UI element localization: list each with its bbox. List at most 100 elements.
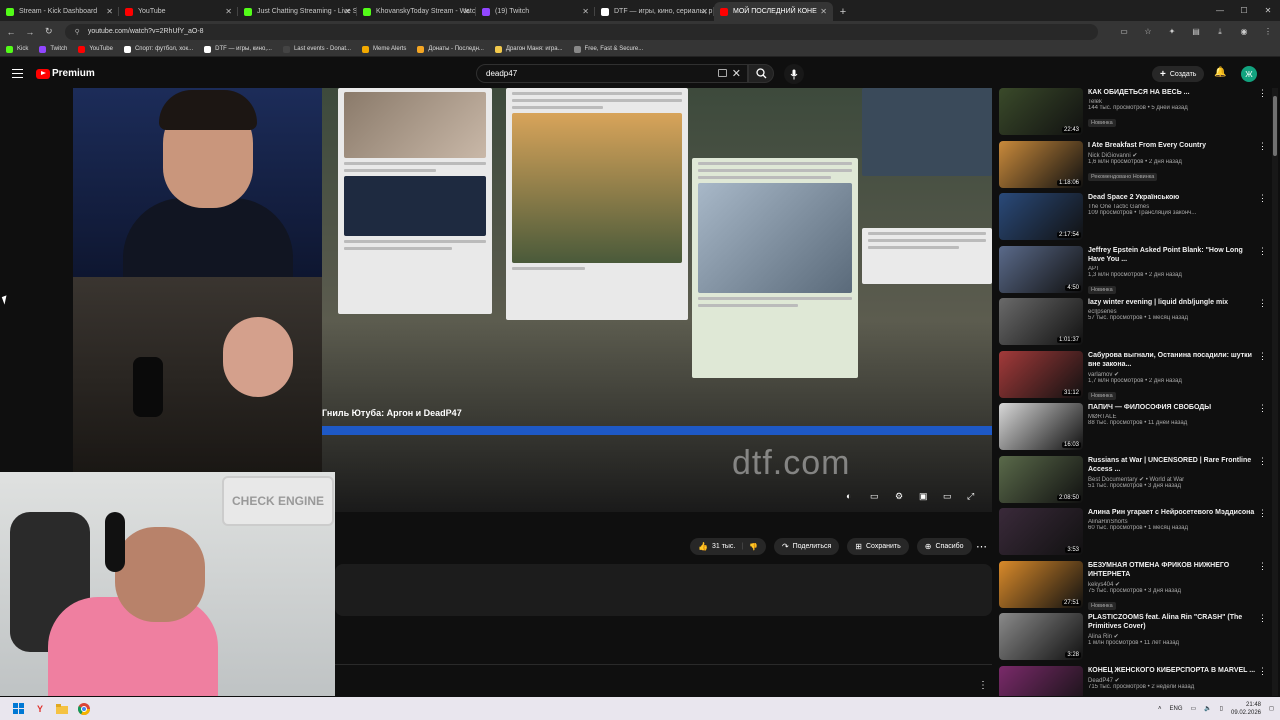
recommended-video[interactable]: 1:18:06 I Ate Breakfast From Every Countr… <box>999 140 1269 191</box>
recommended-video[interactable]: 15:09 КОНЕЦ ЖЕНСКОГО КИБЕРСПОРТА В MARVEL… <box>999 665 1269 696</box>
bookmark-item[interactable]: DTF — игры, кино,... <box>204 45 272 53</box>
guide-menu-icon[interactable] <box>12 69 23 78</box>
cast-icon[interactable]: ▭ <box>1112 24 1136 40</box>
recommended-video[interactable]: 31:12 Сабурова выгнали, Останина посадили… <box>999 350 1269 401</box>
video-thumbnail[interactable]: 27:51 <box>999 560 1083 608</box>
voice-search-icon[interactable] <box>784 64 804 84</box>
bookmark-item[interactable]: Спорт: футбол, хок... <box>123 45 193 53</box>
video-thumbnail[interactable]: 1:01:37 <box>999 298 1083 345</box>
download-icon[interactable]: ⤓ <box>1208 24 1232 40</box>
video-thumbnail[interactable]: 1:18:06 <box>999 140 1083 188</box>
language-indicator[interactable]: ENG <box>1170 706 1183 712</box>
forward-icon[interactable]: → <box>22 24 38 40</box>
minimize-icon[interactable]: — <box>1208 0 1232 21</box>
recommended-video[interactable]: 1:01:37 lazy winter evening | liquid dnb/… <box>999 298 1269 348</box>
video-title[interactable]: ПАПИЧ — ФИЛОСОФИЯ СВОБОДЫ <box>1088 403 1256 412</box>
video-title[interactable]: lazy winter evening | liquid dnb/jungle … <box>1088 298 1256 307</box>
scrollbar[interactable] <box>1272 88 1278 696</box>
channel-name[interactable]: Nick DiGiovanni ✔ <box>1088 152 1256 159</box>
video-thumbnail[interactable]: 3:28 <box>999 613 1083 660</box>
video-thumbnail[interactable]: 4:50 <box>999 245 1083 293</box>
video-menu-icon[interactable]: ⋮ <box>1258 88 1267 99</box>
close-tab-icon[interactable]: ✕ <box>701 7 708 16</box>
avatar[interactable]: Ж <box>1241 66 1257 82</box>
miniplayer-icon[interactable]: ▣ <box>919 491 928 502</box>
video-menu-icon[interactable]: ⋮ <box>1258 613 1267 624</box>
video-title[interactable]: КАК ОБИДЕТЬСЯ НА ВЕСЬ ... <box>1088 88 1256 97</box>
browser-tab[interactable]: (19) Twitch ✕ <box>476 2 595 21</box>
video-thumbnail[interactable]: 2:17:54 <box>999 193 1083 240</box>
create-button[interactable]: + Создать <box>1152 66 1205 82</box>
yandex-browser-icon[interactable]: Y <box>32 702 48 716</box>
video-menu-icon[interactable]: ⋮ <box>1258 351 1267 362</box>
youtube-logo[interactable]: Premium <box>36 68 95 79</box>
like-button[interactable]: 👍 31 тыс. | 👎 <box>690 538 766 555</box>
video-menu-icon[interactable]: ⋮ <box>1258 403 1267 414</box>
video-title[interactable]: Jeffrey Epstein Asked Point Blank: "How … <box>1088 246 1256 264</box>
windows-start-icon[interactable] <box>10 702 26 716</box>
recommended-video[interactable]: 27:51 БЕЗУМНАЯ ОТМЕНА ФРИКОВ НИЖНЕГО ИНТЕ… <box>999 560 1269 611</box>
site-info-icon[interactable]: ⚲ <box>75 28 80 36</box>
search-input[interactable]: deadp47 ✕ <box>476 64 748 83</box>
maximize-icon[interactable]: ☐ <box>1232 0 1256 21</box>
keyboard-icon[interactable] <box>718 69 727 77</box>
video-menu-icon[interactable]: ⋮ <box>1258 193 1267 204</box>
browser-tab[interactable]: Just Chatting Streaming - Live S ✕ <box>238 2 357 21</box>
bookmark-item[interactable]: Драгон Маня: игра... <box>494 45 563 53</box>
video-title[interactable]: КОНЕЦ ЖЕНСКОГО КИБЕРСПОРТА В MARVEL ... <box>1088 666 1256 675</box>
close-tab-icon[interactable]: ✕ <box>344 7 351 16</box>
recommended-video[interactable]: 4:50 Jeffrey Epstein Asked Point Blank: "… <box>999 245 1269 296</box>
bookmark-item[interactable]: YouTube <box>78 45 113 53</box>
browser-tab[interactable]: YouTube ✕ <box>119 2 238 21</box>
bookmark-item[interactable]: Last events - Donat... <box>282 45 351 53</box>
bookmark-item[interactable]: Twitch <box>39 45 67 53</box>
recommended-video[interactable]: 22:43 КАК ОБИДЕТЬСЯ НА ВЕСЬ ... Telek 144 т… <box>999 88 1269 138</box>
notification-icon[interactable]: ◻ <box>1269 705 1274 712</box>
clock[interactable]: 21:48 09.02.2026 <box>1231 701 1261 717</box>
video-title[interactable]: Сабурова выгнали, Останина посадили: шут… <box>1088 351 1256 369</box>
channel-name[interactable]: Alina Rin ✔ <box>1088 633 1256 640</box>
video-thumbnail[interactable]: 3:53 <box>999 508 1083 555</box>
reload-icon[interactable]: ↻ <box>41 24 57 40</box>
channel-name[interactable]: kekys404 ✔ <box>1088 581 1256 588</box>
close-tab-icon[interactable]: ✕ <box>582 7 589 16</box>
share-button[interactable]: ↷ Поделиться <box>773 538 840 555</box>
description-box[interactable] <box>335 564 992 616</box>
bookmark-item[interactable]: Meme Alerts <box>362 45 406 53</box>
video-thumbnail[interactable]: 31:12 <box>999 350 1083 398</box>
video-menu-icon[interactable]: ⋮ <box>1258 298 1267 309</box>
file-explorer-icon[interactable] <box>54 702 70 716</box>
new-tab-button[interactable]: + <box>833 2 853 21</box>
save-button[interactable]: ⊞ Сохранить <box>847 538 909 555</box>
recommended-video[interactable]: 2:17:54 Dead Space 2 Українською The One T… <box>999 193 1269 243</box>
video-menu-icon[interactable]: ⋮ <box>1258 246 1267 257</box>
url-field[interactable]: ⚲ youtube.com/watch?v=2RhUfY_aO-8 <box>64 23 1098 40</box>
video-menu-icon[interactable]: ⋮ <box>1258 508 1267 519</box>
bookmark-item[interactable]: Kick <box>6 45 28 53</box>
side-panel-icon[interactable]: ▤ <box>1184 24 1208 40</box>
channel-name[interactable]: Best Documentary ✔ • World at War <box>1088 476 1256 483</box>
video-thumbnail[interactable]: 15:09 <box>999 665 1083 696</box>
browser-tab[interactable]: Stream - Kick Dashboard ✕ <box>0 2 119 21</box>
video-player[interactable]: Гниль Ютуба: Аргон и DeadP47 dtf.com ◐ ▭… <box>322 88 992 512</box>
back-icon[interactable]: ← <box>3 24 19 40</box>
video-title[interactable]: I Ate Breakfast From Every Country <box>1088 141 1256 150</box>
video-menu-icon[interactable]: ⋮ <box>1258 141 1267 152</box>
bookmark-item[interactable]: Донаты - Последн... <box>417 45 484 53</box>
video-thumbnail[interactable]: 2:08:50 <box>999 455 1083 503</box>
chevron-up-icon[interactable]: ˄ <box>1158 706 1162 712</box>
clear-search-icon[interactable]: ✕ <box>732 67 741 80</box>
more-actions-icon[interactable]: ⋯ <box>976 540 987 553</box>
channel-name[interactable]: varlamov ✔ <box>1088 371 1256 378</box>
search-button[interactable] <box>748 64 774 83</box>
video-thumbnail[interactable]: 22:43 <box>999 88 1083 135</box>
video-title[interactable]: PLASTICZOOMS feat. Alina Rin "CRASH" (Th… <box>1088 613 1256 631</box>
thumbs-down-icon[interactable]: 👎 <box>749 543 758 551</box>
subtitles-icon[interactable]: ▭ <box>870 491 879 502</box>
extensions-icon[interactable]: ✦ <box>1160 24 1184 40</box>
bookmark-item[interactable]: Free, Fast & Secure... <box>573 45 643 53</box>
autoplay-toggle-icon[interactable]: ◐ <box>846 491 851 501</box>
recommended-video[interactable]: 2:08:50 Russians at War | UNCENSORED | Ra… <box>999 455 1269 506</box>
browser-tab[interactable]: МОЙ ПОСЛЕДНИЙ КОНЕ ✕ <box>714 2 833 21</box>
volume-icon[interactable]: 🔈 <box>1204 705 1211 712</box>
